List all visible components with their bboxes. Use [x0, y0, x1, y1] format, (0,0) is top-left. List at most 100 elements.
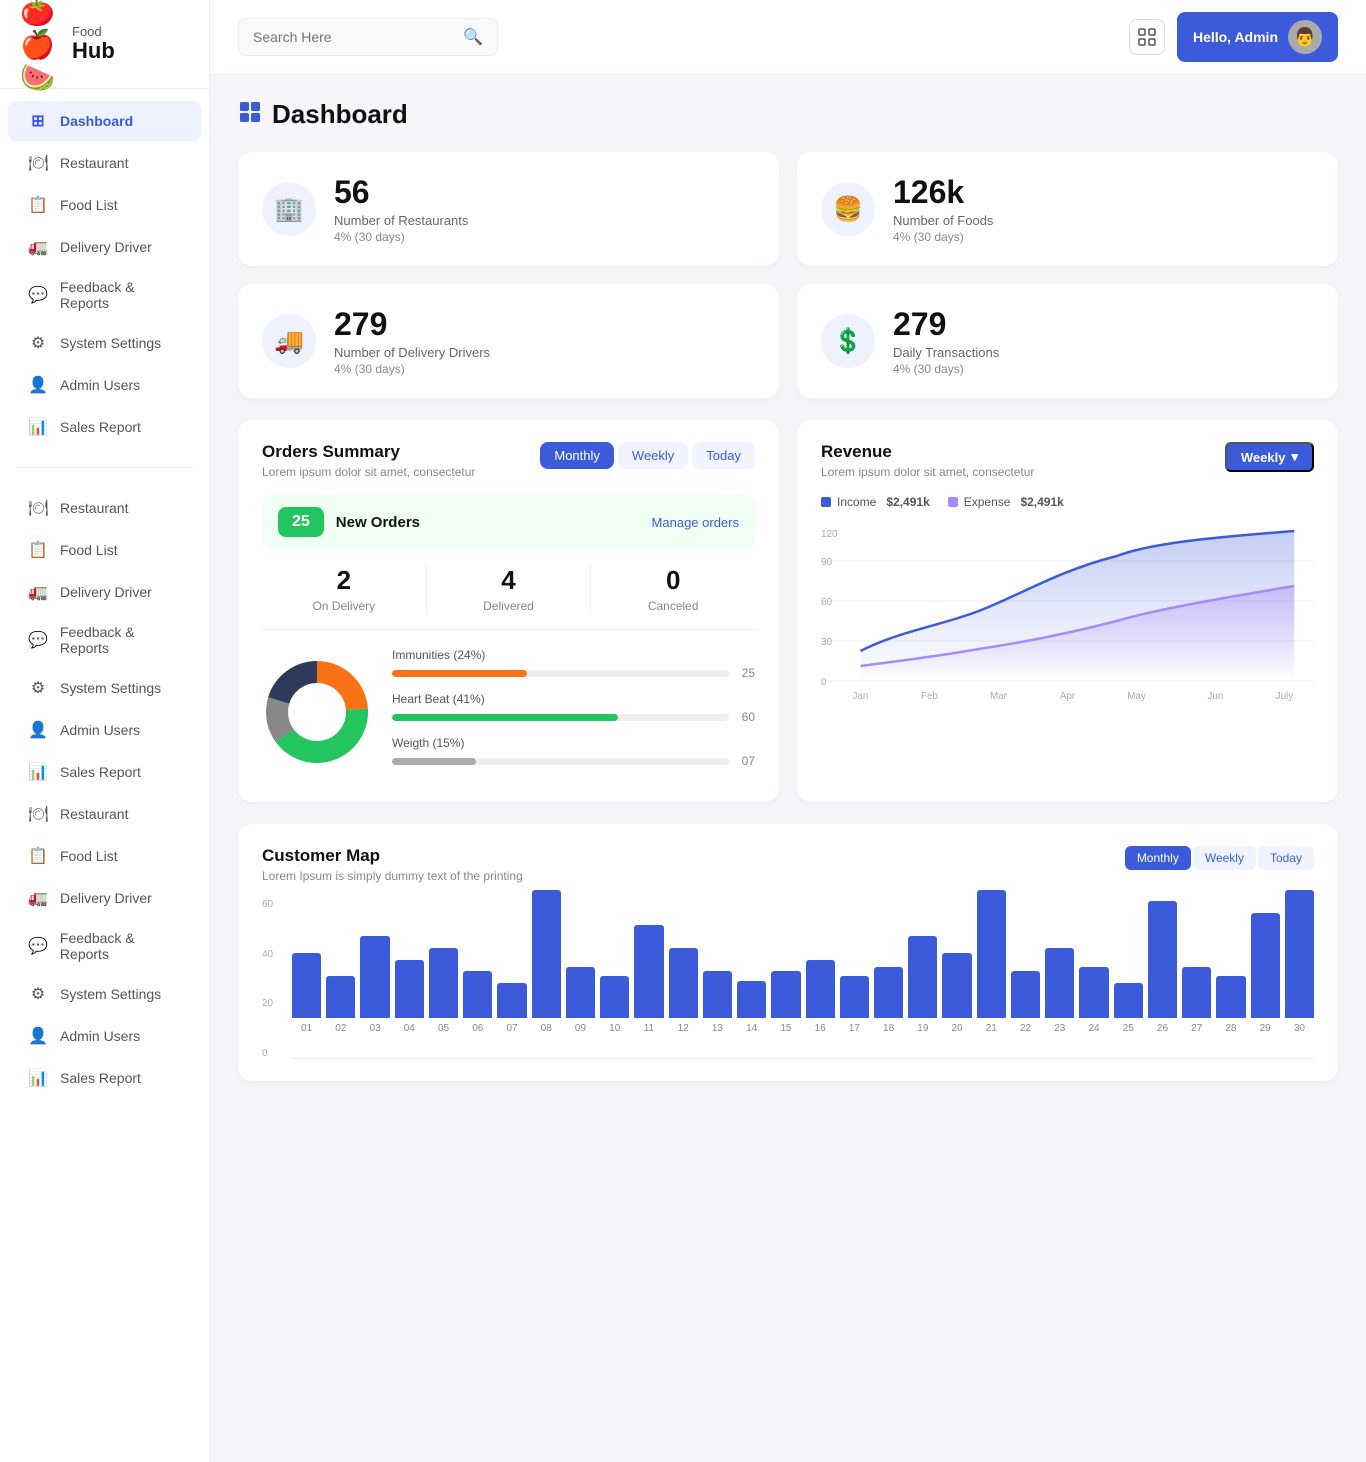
svg-text:July: July: [1276, 691, 1294, 702]
revenue-weekly-tab[interactable]: Weekly ▾: [1225, 442, 1314, 472]
sidebar-item-feedback-2[interactable]: 💬 Feedback & Reports: [8, 614, 201, 666]
stat-info-foods: 126k Number of Foods 4% (30 days): [893, 174, 993, 244]
sidebar-item-sales-3[interactable]: 📊 Sales Report: [8, 1058, 201, 1098]
svg-text:Mar: Mar: [990, 691, 1008, 702]
orders-card-header: Orders Summary Lorem ipsum dolor sit ame…: [262, 442, 755, 479]
sidebar-item-dashboard[interactable]: ⊞ Dashboard: [8, 101, 201, 141]
svg-text:May: May: [1127, 691, 1146, 702]
sidebar-divider: [16, 467, 193, 468]
bar-item: 09: [566, 967, 595, 1034]
admin-icon-3: 👤: [28, 1026, 48, 1046]
restaurant-icon: 🍽: [28, 153, 48, 173]
stat-canceled: 0 Canceled: [591, 565, 755, 613]
sidebar-item-delivery-driver[interactable]: 🚛 Delivery Driver: [8, 227, 201, 267]
sidebar-item-restaurant-2[interactable]: 🍽 Restaurant: [8, 488, 201, 528]
restaurant-icon-2: 🍽: [28, 498, 48, 518]
sidebar-item-admin-3[interactable]: 👤 Admin Users: [8, 1016, 201, 1056]
sidebar-item-admin-2[interactable]: 👤 Admin Users: [8, 710, 201, 750]
page-title: Dashboard: [238, 99, 1338, 130]
sidebar-item-food-list[interactable]: 📋 Food List: [8, 185, 201, 225]
delivery-stats: 2 On Delivery 4 Delivered 0 Canceled: [262, 565, 755, 630]
sidebar-item-settings-2[interactable]: ⚙ System Settings: [8, 668, 201, 708]
manage-orders-link[interactable]: Manage orders: [652, 515, 739, 530]
revenue-legend: Income $2,491k Expense $2,491k: [821, 495, 1314, 509]
admin-icon: 👤: [28, 375, 48, 395]
bar-item: 25: [1114, 983, 1143, 1034]
delivery-icon-3: 🚛: [28, 888, 48, 908]
bar-item: 04: [395, 960, 424, 1034]
sidebar-item-sales[interactable]: 📊 Sales Report: [8, 407, 201, 447]
settings-icon: ⚙: [28, 333, 48, 353]
stat-icon-foods: 🍔: [821, 182, 875, 236]
customer-tab-weekly[interactable]: Weekly: [1193, 846, 1256, 870]
delivery-icon-2: 🚛: [28, 582, 48, 602]
bar-item: 26: [1148, 901, 1177, 1034]
sales-icon-2: 📊: [28, 762, 48, 782]
svg-text:Jun: Jun: [1207, 691, 1223, 702]
new-orders-label: New Orders: [336, 514, 652, 531]
bar-item: 16: [806, 960, 835, 1034]
sidebar-item-delivery-2[interactable]: 🚛 Delivery Driver: [8, 572, 201, 612]
search-box[interactable]: 🔍: [238, 18, 498, 56]
sidebar-item-restaurant[interactable]: 🍽 Restaurant: [8, 143, 201, 183]
tab-monthly[interactable]: Monthly: [540, 442, 614, 469]
sidebar-item-food-2[interactable]: 📋 Food List: [8, 530, 201, 570]
sidebar-item-feedback-3[interactable]: 💬 Feedback & Reports: [8, 920, 201, 972]
stat-card-foods: 🍔 126k Number of Foods 4% (30 days): [797, 152, 1338, 266]
food-icon-3: 📋: [28, 846, 48, 866]
stat-icon-restaurants: 🏢: [262, 182, 316, 236]
sales-icon: 📊: [28, 417, 48, 437]
bar-chart-bars: 0102030405060708091011121314151617181920…: [292, 899, 1314, 1059]
food-list-icon: 📋: [28, 195, 48, 215]
feedback-icon-2: 💬: [28, 630, 48, 650]
tab-weekly[interactable]: Weekly: [618, 442, 688, 469]
stat-info-drivers: 279 Number of Delivery Drivers 4% (30 da…: [334, 306, 490, 376]
svg-text:90: 90: [821, 557, 832, 568]
bar-item: 17: [840, 976, 869, 1034]
tab-today[interactable]: Today: [692, 442, 755, 469]
bar-item: 15: [771, 971, 800, 1034]
sales-icon-3: 📊: [28, 1068, 48, 1088]
bar-item: 11: [634, 925, 663, 1034]
bar-item: 20: [942, 953, 971, 1034]
sidebar-item-food-3[interactable]: 📋 Food List: [8, 836, 201, 876]
customer-tab-monthly[interactable]: Monthly: [1125, 846, 1191, 870]
logo: 🍅🍎🍉 Food Hub: [0, 0, 209, 89]
stat-info-transactions: 279 Daily Transactions 4% (30 days): [893, 306, 999, 376]
delivery-icon: 🚛: [28, 237, 48, 257]
sidebar-item-feedback[interactable]: 💬 Feedback & Reports: [8, 269, 201, 321]
donut-chart: [262, 657, 372, 772]
stats-grid: 🏢 56 Number of Restaurants 4% (30 days) …: [238, 152, 1338, 398]
sidebar-item-delivery-3[interactable]: 🚛 Delivery Driver: [8, 878, 201, 918]
revenue-chart: 0 30 60 90 120 Jan Feb Ma: [821, 521, 1314, 726]
admin-button[interactable]: Hello, Admin 👨: [1177, 12, 1338, 62]
orders-summary-card: Orders Summary Lorem ipsum dolor sit ame…: [238, 420, 779, 802]
sidebar-item-restaurant-3[interactable]: 🍽 Restaurant: [8, 794, 201, 834]
sidebar-item-admin[interactable]: 👤 Admin Users: [8, 365, 201, 405]
stat-delivered: 4 Delivered: [427, 565, 592, 613]
orders-tab-group: Monthly Weekly Today: [540, 442, 755, 469]
feedback-icon-3: 💬: [28, 936, 48, 956]
legend-income: Income $2,491k: [821, 495, 930, 509]
sidebar-item-sales-2[interactable]: 📊 Sales Report: [8, 752, 201, 792]
new-orders-row: 25 New Orders Manage orders: [262, 495, 755, 549]
stat-card-restaurants: 🏢 56 Number of Restaurants 4% (30 days): [238, 152, 779, 266]
stat-card-transactions: 💲 279 Daily Transactions 4% (30 days): [797, 284, 1338, 398]
sidebar-item-settings[interactable]: ⚙ System Settings: [8, 323, 201, 363]
fullscreen-button[interactable]: [1129, 19, 1165, 55]
bar-item: 05: [429, 948, 458, 1034]
customer-map-tabs: Monthly Weekly Today: [1125, 846, 1314, 870]
svg-text:120: 120: [821, 529, 838, 540]
svg-text:60: 60: [821, 597, 832, 608]
food-icon-2: 📋: [28, 540, 48, 560]
search-input[interactable]: [253, 29, 455, 45]
stat-info: 56 Number of Restaurants 4% (30 days): [334, 174, 468, 244]
customer-tab-today[interactable]: Today: [1258, 846, 1314, 870]
svg-text:0: 0: [821, 677, 827, 688]
stat-on-delivery: 2 On Delivery: [262, 565, 427, 613]
bar-item: 27: [1182, 967, 1211, 1034]
sidebar-item-settings-3[interactable]: ⚙ System Settings: [8, 974, 201, 1014]
settings-icon-2: ⚙: [28, 678, 48, 698]
bar-item: 14: [737, 981, 766, 1034]
bar-item: 28: [1216, 976, 1245, 1034]
